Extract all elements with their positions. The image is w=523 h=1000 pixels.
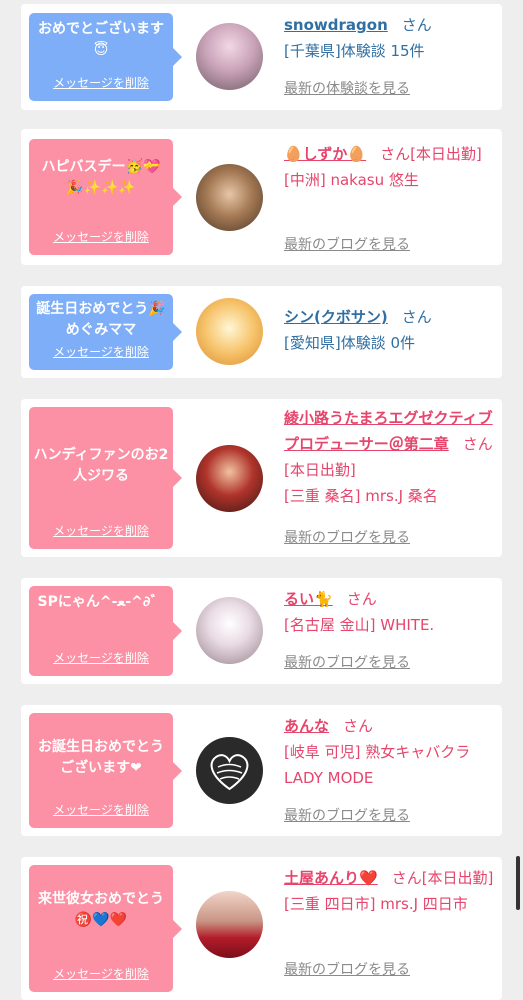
message-text: SPにゃん^-ﻌ-^∂゛: [37, 594, 165, 610]
user-detail: [三重 四日市] mrs.J 四日市: [284, 895, 468, 913]
user-info: るい🐈 さん [名古屋 金山] WHITE.: [284, 586, 494, 638]
message-card: おめでとございます😇 メッセージを削除 snowdragon さん [千葉県]体験…: [21, 4, 502, 110]
user-detail: [岐阜 可児] 熟女キャバクラ LADY MODE: [284, 743, 471, 787]
scrollbar[interactable]: [516, 856, 520, 910]
user-name-link[interactable]: snowdragon: [284, 16, 388, 34]
user-info: シン(クボサン) さん [愛知県]体験談 0件: [284, 304, 494, 356]
honorific: さん: [343, 717, 374, 735]
user-detail: [千葉県]体験談 15件: [284, 42, 425, 60]
message-text: お誕生日おめでとうございます❤︎: [38, 739, 164, 776]
message-bubble: SPにゃん^-ﻌ-^∂゛ メッセージを削除: [29, 586, 182, 676]
message-card: ハンディファンのお2人ジワる メッセージを削除 綾小路うたまろエグゼクティブプロ…: [21, 399, 502, 557]
delete-message-link[interactable]: メッセージを削除: [29, 227, 173, 248]
message-bubble: ハピバスデー🥳💝🎉✨✨✨ メッセージを削除: [29, 139, 182, 255]
user-detail: [愛知県]体験談 0件: [284, 334, 416, 352]
delete-message-link[interactable]: メッセージを削除: [29, 521, 173, 542]
message-card: 誕生日おめでとう🎉めぐみママ メッセージを削除 シン(クボサン) さん [愛知県]…: [21, 286, 502, 378]
honorific: さん: [401, 16, 432, 34]
user-name-link[interactable]: シン(クボサン): [284, 308, 388, 326]
message-text: 誕生日おめでとう🎉めぐみママ: [36, 301, 166, 338]
latest-blog-link[interactable]: 最新のブログを見る: [284, 805, 410, 825]
message-bubble: おめでとございます😇 メッセージを削除: [29, 13, 182, 101]
message-text: ハピバスデー🥳💝🎉✨✨✨: [41, 159, 161, 196]
user-name-link[interactable]: 綾小路うたまろエグゼクティブプロデューサー＠第二章: [284, 409, 493, 453]
avatar[interactable]: [196, 597, 263, 664]
heart-logo-icon: [210, 754, 249, 791]
latest-blog-link[interactable]: 最新のブログを見る: [284, 959, 410, 979]
avatar[interactable]: [196, 298, 263, 365]
user-detail: [三重 桑名] mrs.J 桑名: [284, 487, 438, 505]
honorific: さん: [462, 435, 493, 453]
latest-blog-link[interactable]: 最新のブログを見る: [284, 527, 410, 547]
honorific: さん: [391, 869, 422, 887]
message-text: 来世彼女おめでとう㊗️💙❤️: [38, 891, 164, 928]
message-card: ハピバスデー🥳💝🎉✨✨✨ メッセージを削除 🥚しずか🥚 さん[本日出勤] [中洲]…: [21, 129, 502, 265]
delete-message-link[interactable]: メッセージを削除: [29, 964, 173, 985]
user-detail: [名古屋 金山] WHITE.: [284, 616, 435, 634]
user-info: 綾小路うたまろエグゼクティブプロデューサー＠第二章 さん [本日出勤] [三重 桑名…: [284, 405, 494, 509]
message-bubble: ハンディファンのお2人ジワる メッセージを削除: [29, 407, 182, 549]
message-card: 来世彼女おめでとう㊗️💙❤️ メッセージを削除 土屋あんり❤️ さん[本日出勤] …: [21, 857, 502, 1000]
user-info: 🥚しずか🥚 さん[本日出勤] [中洲] nakasu 悠生: [284, 141, 494, 193]
honorific: さん: [401, 308, 432, 326]
user-info: あんな さん [岐阜 可児] 熟女キャバクラ LADY MODE: [284, 713, 494, 791]
user-name-link[interactable]: 土屋あんり❤️: [284, 869, 378, 887]
honorific: さん: [346, 590, 377, 608]
message-text: おめでとございます😇: [38, 21, 164, 58]
latest-review-link[interactable]: 最新の体験談を見る: [284, 78, 410, 98]
user-detail: [中洲] nakasu 悠生: [284, 171, 419, 189]
delete-message-link[interactable]: メッセージを削除: [29, 73, 173, 94]
user-info: 土屋あんり❤️ さん[本日出勤] [三重 四日市] mrs.J 四日市: [284, 865, 494, 917]
latest-blog-link[interactable]: 最新のブログを見る: [284, 234, 410, 254]
user-name-link[interactable]: あんな: [284, 717, 329, 735]
user-name-link[interactable]: るい🐈: [284, 590, 333, 608]
message-card: お誕生日おめでとうございます❤︎ メッセージを削除 あんな さん [岐阜 可児] …: [21, 705, 502, 836]
user-name-link[interactable]: 🥚しずか🥚: [284, 145, 366, 163]
message-bubble: 来世彼女おめでとう㊗️💙❤️ メッセージを削除: [29, 865, 182, 992]
avatar[interactable]: [196, 164, 263, 231]
message-card: SPにゃん^-ﻌ-^∂゛ メッセージを削除 るい🐈 さん [名古屋 金山] WHI…: [21, 578, 502, 684]
message-text: ハンディファンのお2人ジワる: [33, 447, 169, 484]
delete-message-link[interactable]: メッセージを削除: [29, 648, 173, 669]
message-bubble: お誕生日おめでとうございます❤︎ メッセージを削除: [29, 713, 182, 828]
avatar[interactable]: [196, 445, 263, 512]
user-info: snowdragon さん [千葉県]体験談 15件: [284, 12, 494, 64]
honorific: さん: [380, 145, 411, 163]
delete-message-link[interactable]: メッセージを削除: [29, 342, 173, 363]
status-badge: [本日出勤]: [421, 869, 494, 887]
avatar[interactable]: [196, 23, 263, 90]
status-badge: [本日出勤]: [284, 461, 356, 479]
latest-blog-link[interactable]: 最新のブログを見る: [284, 652, 410, 672]
avatar[interactable]: [196, 891, 263, 958]
avatar[interactable]: [196, 737, 263, 804]
status-badge: [本日出勤]: [410, 145, 482, 163]
message-bubble: 誕生日おめでとう🎉めぐみママ メッセージを削除: [29, 294, 182, 370]
delete-message-link[interactable]: メッセージを削除: [29, 800, 173, 821]
